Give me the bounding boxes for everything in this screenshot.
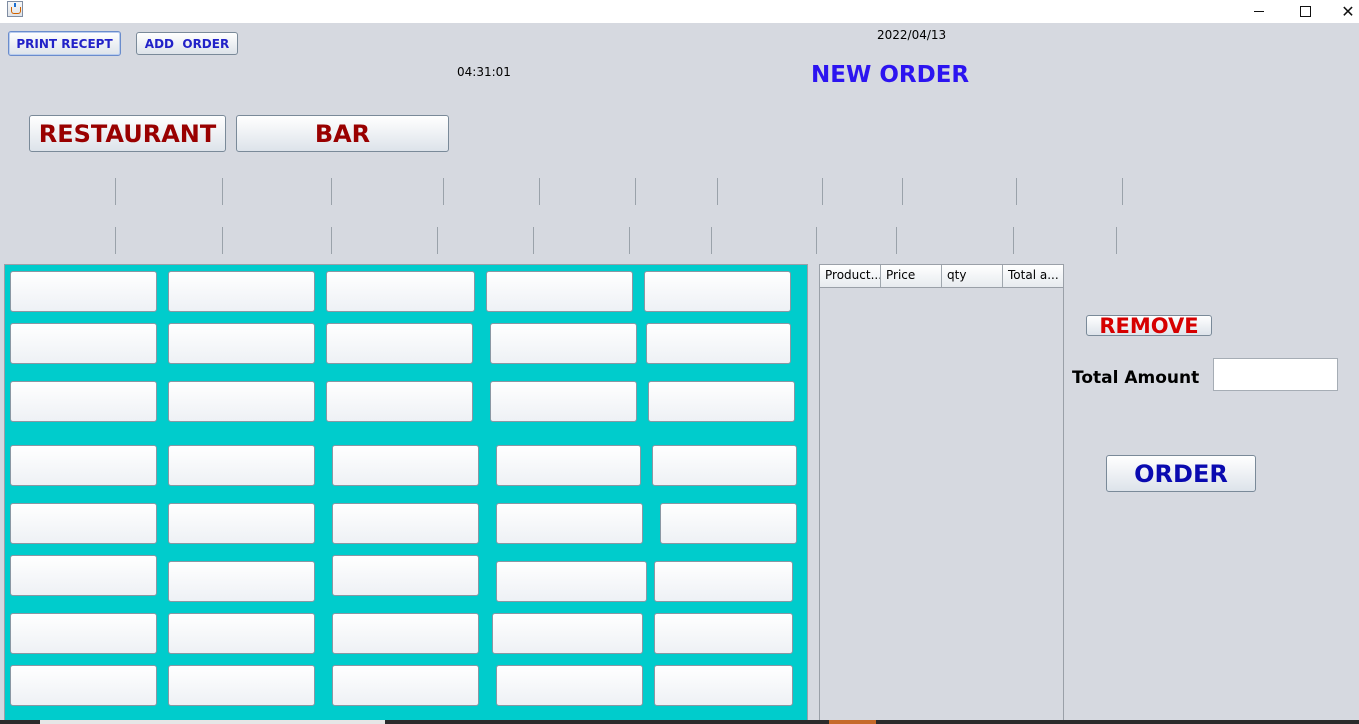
separator — [711, 227, 712, 254]
product-button[interactable] — [168, 271, 315, 312]
product-button[interactable] — [10, 271, 157, 312]
product-button[interactable] — [654, 665, 793, 706]
product-button[interactable] — [332, 555, 479, 596]
product-button[interactable] — [10, 555, 157, 596]
taskbar-item[interactable] — [40, 720, 385, 724]
total-amount-field[interactable] — [1213, 358, 1338, 391]
product-button[interactable] — [168, 665, 315, 706]
column-header-total-amount[interactable]: Total a... — [1003, 265, 1063, 287]
date-label: 2022/04/13 — [877, 28, 947, 42]
page-title: NEW ORDER — [811, 62, 970, 88]
maximize-button[interactable] — [1282, 0, 1328, 23]
column-header-product[interactable]: Product... — [820, 265, 881, 287]
order-table[interactable]: Product... Price qty Total a... — [819, 264, 1064, 724]
close-icon: ✕ — [1341, 1, 1355, 21]
separator — [1122, 178, 1123, 205]
product-button[interactable] — [168, 381, 315, 422]
column-header-price[interactable]: Price — [881, 265, 942, 287]
product-button[interactable] — [10, 381, 157, 422]
product-button[interactable] — [326, 323, 473, 364]
product-button[interactable] — [326, 381, 473, 422]
product-button[interactable] — [168, 561, 315, 602]
product-button[interactable] — [496, 665, 643, 706]
product-button[interactable] — [10, 323, 157, 364]
product-button[interactable] — [332, 445, 479, 486]
product-button[interactable] — [168, 323, 315, 364]
separator — [717, 178, 718, 205]
product-button[interactable] — [168, 445, 315, 486]
window-title-bar — [0, 0, 1359, 23]
separator — [331, 178, 332, 205]
close-button[interactable]: ✕ — [1325, 0, 1359, 23]
total-amount-label: Total Amount — [1072, 368, 1200, 388]
product-button[interactable] — [496, 503, 643, 544]
product-button[interactable] — [332, 503, 479, 544]
table-header: Product... Price qty Total a... — [820, 265, 1063, 288]
product-button[interactable] — [496, 561, 647, 602]
product-button[interactable] — [660, 503, 797, 544]
product-button[interactable] — [646, 323, 791, 364]
taskbar-item[interactable] — [829, 720, 876, 724]
product-button[interactable] — [654, 613, 793, 654]
time-label: 04:31:01 — [457, 65, 511, 79]
separator — [902, 178, 903, 205]
product-button[interactable] — [496, 445, 641, 486]
separator — [443, 178, 444, 205]
separator — [816, 227, 817, 254]
java-cup-icon — [7, 1, 23, 17]
separator — [115, 178, 116, 205]
separator — [896, 227, 897, 254]
separator — [1016, 178, 1017, 205]
product-button[interactable] — [648, 381, 795, 422]
print-receipt-button[interactable]: PRINT RECEPT — [8, 31, 121, 56]
minimize-button[interactable] — [1236, 0, 1282, 23]
add-order-button[interactable]: ADD ORDER — [136, 32, 238, 55]
product-grid-panel — [4, 264, 808, 724]
restaurant-button[interactable]: RESTAURANT — [29, 115, 226, 152]
bar-button[interactable]: BAR — [236, 115, 449, 152]
product-button[interactable] — [492, 613, 643, 654]
minimize-icon — [1254, 11, 1264, 12]
separator — [539, 178, 540, 205]
order-button[interactable]: ORDER — [1106, 455, 1256, 492]
product-button[interactable] — [326, 271, 475, 312]
product-button[interactable] — [332, 613, 479, 654]
product-button[interactable] — [168, 613, 315, 654]
separator — [635, 178, 636, 205]
product-button[interactable] — [644, 271, 791, 312]
product-button[interactable] — [10, 503, 157, 544]
product-button[interactable] — [10, 445, 157, 486]
separator — [115, 227, 116, 254]
separator — [1013, 227, 1014, 254]
product-button[interactable] — [490, 381, 637, 422]
product-button[interactable] — [652, 445, 797, 486]
product-button[interactable] — [168, 503, 315, 544]
separator — [822, 178, 823, 205]
separator — [222, 227, 223, 254]
product-button[interactable] — [10, 613, 157, 654]
column-header-qty[interactable]: qty — [942, 265, 1003, 287]
separator — [533, 227, 534, 254]
separator — [1116, 227, 1117, 254]
remove-button[interactable]: REMOVE — [1086, 314, 1212, 338]
product-button[interactable] — [490, 323, 637, 364]
separator — [629, 227, 630, 254]
separator — [331, 227, 332, 254]
product-button[interactable] — [10, 665, 157, 706]
product-button[interactable] — [486, 271, 633, 312]
product-button[interactable] — [654, 561, 793, 602]
maximize-icon — [1299, 6, 1311, 17]
separator — [437, 227, 438, 254]
separator — [222, 178, 223, 205]
product-button[interactable] — [332, 665, 479, 706]
